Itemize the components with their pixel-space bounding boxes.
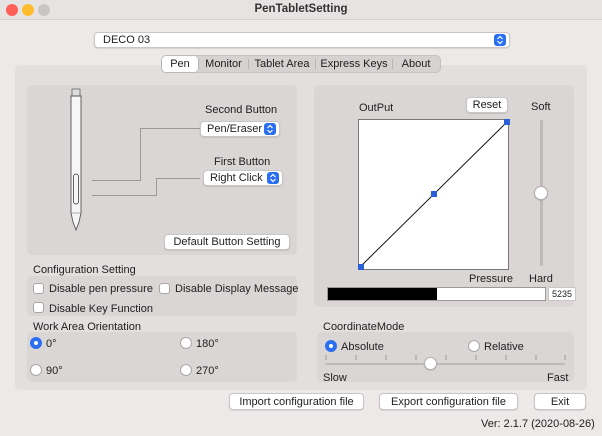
orientation-270-label: 270° <box>196 365 219 377</box>
pressure-curve-graph[interactable] <box>358 119 511 271</box>
exit-button[interactable]: Exit <box>534 393 586 410</box>
orientation-0-radio[interactable] <box>30 337 42 349</box>
soft-label: Soft <box>531 101 551 113</box>
device-select-value: DECO 03 <box>103 34 151 46</box>
orientation-180-radio[interactable] <box>180 337 192 349</box>
curve-handle-mid <box>431 191 437 197</box>
disable-key-function-checkbox[interactable] <box>33 302 44 313</box>
connector-line <box>156 178 200 179</box>
connector-line <box>140 128 141 181</box>
orientation-270-radio[interactable] <box>180 364 192 376</box>
orientation-panel <box>27 332 297 382</box>
pressure-level-fill <box>328 288 437 300</box>
relative-label: Relative <box>484 341 524 353</box>
pen-illustration <box>70 88 82 232</box>
disable-display-message-label: Disable Display Message <box>175 283 299 295</box>
connector-line <box>92 180 140 181</box>
window-title: PenTabletSetting <box>254 3 348 15</box>
speed-slider-thumb[interactable] <box>424 357 437 370</box>
config-section-title: Configuration Setting <box>33 264 136 276</box>
slow-label: Slow <box>323 372 347 384</box>
disable-pressure-checkbox[interactable] <box>33 283 44 294</box>
second-button-value: Pen/Eraser <box>207 123 263 135</box>
absolute-label: Absolute <box>341 341 384 353</box>
chevron-updown-icon <box>264 123 276 135</box>
curve-handle-end <box>504 119 510 125</box>
pressure-value: 5235 <box>548 287 576 301</box>
disable-display-message-checkbox[interactable] <box>159 283 170 294</box>
tab-pen[interactable]: Pen <box>162 56 198 72</box>
absolute-radio[interactable] <box>325 340 337 352</box>
orientation-180-label: 180° <box>196 338 219 350</box>
orientation-90-label: 90° <box>46 365 63 377</box>
curve-handle-start <box>358 264 364 270</box>
connector-line <box>140 128 200 129</box>
chevron-updown-icon <box>494 34 506 46</box>
speed-slider-track[interactable] <box>325 363 565 365</box>
title-bar: PenTabletSetting <box>0 0 602 20</box>
orientation-90-radio[interactable] <box>30 364 42 376</box>
tab-tablet-area[interactable]: Tablet Area <box>249 56 315 72</box>
pressure-level-bar <box>327 287 546 301</box>
device-select[interactable]: DECO 03 <box>94 32 510 48</box>
default-button-setting-button[interactable]: Default Button Setting <box>164 234 290 250</box>
speed-slider-ticks <box>325 355 566 360</box>
tab-about[interactable]: About <box>393 56 439 72</box>
relative-radio[interactable] <box>468 340 480 352</box>
disable-key-function-label: Disable Key Function <box>49 303 153 315</box>
export-config-button[interactable]: Export configuration file <box>379 393 518 410</box>
first-button-value: Right Click <box>210 172 263 184</box>
orientation-0-label: 0° <box>46 338 57 350</box>
fast-label: Fast <box>547 372 569 384</box>
output-label: OutPut <box>359 102 394 114</box>
version-label: Ver: 2.1.7 (2020-08-26) <box>481 418 595 430</box>
tab-bar: Pen Monitor Tablet Area Express Keys Abo… <box>161 55 441 73</box>
first-button-label: First Button <box>214 156 271 168</box>
sensitivity-slider-thumb[interactable] <box>534 186 548 200</box>
connector-line <box>92 195 156 196</box>
second-button-label: Second Button <box>205 104 278 116</box>
tab-monitor[interactable]: Monitor <box>199 56 248 72</box>
connector-line <box>156 178 157 196</box>
disable-pressure-label: Disable pen pressure <box>49 283 153 295</box>
chevron-updown-icon <box>267 172 279 184</box>
tab-express-keys[interactable]: Express Keys <box>316 56 392 72</box>
pressure-axis-label: Pressure <box>469 273 514 285</box>
second-button-select[interactable]: Pen/Eraser <box>200 121 280 137</box>
import-config-button[interactable]: Import configuration file <box>229 393 364 410</box>
hard-label: Hard <box>529 273 553 285</box>
reset-button[interactable]: Reset <box>466 97 508 113</box>
first-button-select[interactable]: Right Click <box>203 170 283 186</box>
